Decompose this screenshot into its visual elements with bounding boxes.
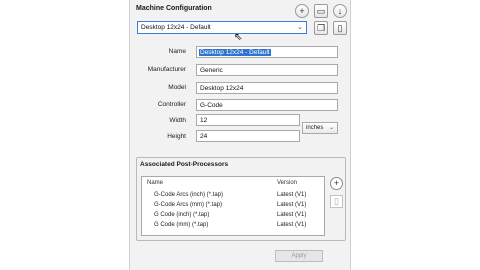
- height-input-value: 24: [200, 133, 208, 140]
- apply-button[interactable]: Apply: [275, 250, 323, 262]
- list-item[interactable]: G-Code Arcs (mm) (*.tap) Latest (V1): [142, 202, 324, 212]
- width-input[interactable]: 12: [196, 114, 300, 126]
- model-input-value: Desktop 12x24: [200, 85, 244, 92]
- list-item[interactable]: G-Code Arcs (inch) (*.tap) Latest (V1): [142, 192, 324, 202]
- delete-icon: ▯: [334, 196, 339, 206]
- controller-label: Controller: [157, 101, 186, 108]
- width-input-value: 12: [200, 117, 208, 124]
- post-processor-name: G-Code Arcs (inch) (*.tap): [154, 192, 224, 198]
- remove-post-processor-button[interactable]: ▯: [330, 195, 343, 208]
- add-icon: +: [299, 6, 305, 16]
- add-post-processor-button[interactable]: +: [330, 177, 343, 190]
- height-label: Height: [167, 133, 186, 140]
- units-select[interactable]: inches ⌄: [302, 122, 338, 134]
- download-icon: ↓: [337, 6, 343, 16]
- copy-icon: ❐: [316, 23, 326, 33]
- height-input[interactable]: 24: [196, 130, 300, 142]
- machine-select-value: Desktop 12x24 - Default: [141, 24, 211, 31]
- controller-input-value: G-Code: [200, 102, 223, 109]
- model-label: Model: [168, 84, 186, 91]
- machine-configuration-panel: Machine Configuration + ▭ ↓ Desktop 12x2…: [129, 0, 351, 270]
- model-input[interactable]: Desktop 12x24: [196, 82, 338, 94]
- open-machine-button[interactable]: ▭: [314, 4, 328, 18]
- name-label: Name: [168, 48, 186, 55]
- chevron-down-icon: ⌄: [297, 24, 303, 31]
- column-header-name: Name: [147, 180, 164, 186]
- panel-title: Machine Configuration: [136, 5, 212, 12]
- post-processor-version: Latest (V1): [277, 202, 307, 208]
- post-processor-version: Latest (V1): [277, 222, 307, 228]
- name-input-value: Desktop 12x24 - Default: [199, 49, 271, 56]
- post-processors-title: Associated Post-Processors: [140, 161, 229, 168]
- post-processor-version: Latest (V1): [277, 212, 307, 218]
- chevron-down-icon: ⌄: [328, 125, 334, 131]
- copy-machine-button[interactable]: ❐: [314, 21, 328, 35]
- manufacturer-label: Manufacturer: [147, 66, 186, 73]
- name-input[interactable]: Desktop 12x24 - Default: [196, 46, 338, 58]
- post-processor-version: Latest (V1): [277, 192, 307, 198]
- post-processor-name: G Code (inch) (*.tap): [154, 212, 210, 218]
- folder-open-icon: ▭: [316, 6, 326, 16]
- machine-select[interactable]: Desktop 12x24 - Default ⌄: [137, 21, 307, 34]
- delete-icon: ▯: [337, 23, 343, 33]
- download-machine-button[interactable]: ↓: [333, 4, 347, 18]
- delete-machine-button[interactable]: ▯: [333, 21, 347, 35]
- post-processor-name: G Code (mm) (*.tap): [154, 222, 209, 228]
- units-select-value: inches: [306, 125, 324, 131]
- list-item[interactable]: G Code (mm) (*.tap) Latest (V1): [142, 222, 324, 232]
- column-header-version: Version: [277, 180, 298, 186]
- add-machine-button[interactable]: +: [295, 4, 309, 18]
- list-item[interactable]: G Code (inch) (*.tap) Latest (V1): [142, 212, 324, 222]
- post-processors-list[interactable]: Name Version G-Code Arcs (inch) (*.tap) …: [141, 176, 325, 236]
- width-label: Width: [169, 117, 186, 124]
- post-processor-name: G-Code Arcs (mm) (*.tap): [154, 202, 223, 208]
- manufacturer-input[interactable]: Generic: [196, 64, 338, 76]
- manufacturer-input-value: Generic: [200, 67, 223, 74]
- mouse-cursor-icon: ⇖: [234, 32, 243, 43]
- post-processors-group: Associated Post-Processors Name Version …: [136, 157, 346, 241]
- add-icon: +: [333, 178, 340, 188]
- controller-input[interactable]: G-Code: [196, 99, 338, 111]
